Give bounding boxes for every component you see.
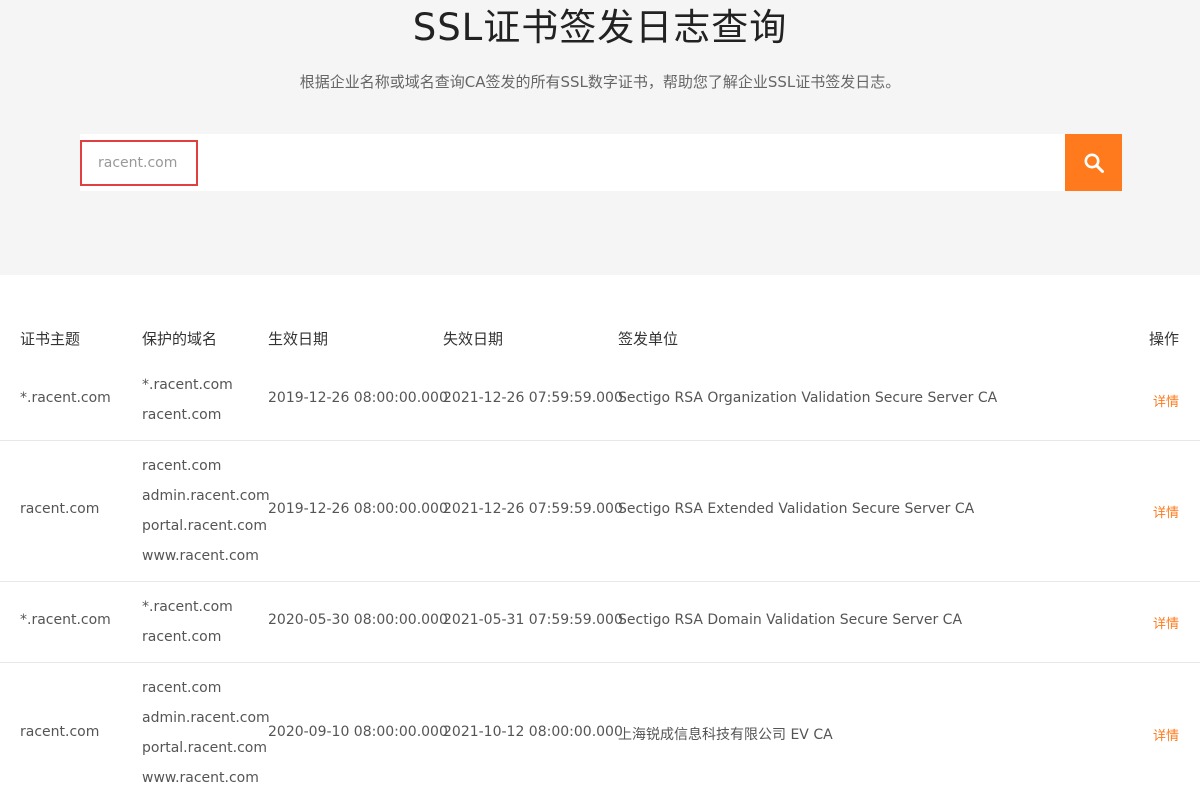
table-row: *.racent.com *.racent.com racent.com 202… bbox=[0, 582, 1200, 663]
cell-subject: racent.com bbox=[20, 724, 100, 740]
cell-domains: *.racent.com racent.com bbox=[142, 370, 233, 430]
cell-valid-from: 2019-12-26 08:00:00.000 bbox=[268, 390, 448, 406]
cell-issuer: Sectigo RSA Extended Validation Secure S… bbox=[618, 501, 975, 517]
search-button[interactable] bbox=[1065, 134, 1122, 191]
domain-item: www.racent.com bbox=[142, 548, 259, 564]
cell-domains: racent.com admin.racent.com portal.racen… bbox=[142, 673, 270, 793]
table-row: *.racent.com *.racent.com racent.com 201… bbox=[0, 369, 1200, 441]
cell-valid-from: 2019-12-26 08:00:00.000 bbox=[268, 501, 448, 517]
header-valid-from: 生效日期 bbox=[268, 330, 329, 348]
domain-item: admin.racent.com bbox=[142, 488, 270, 504]
cell-issuer: Sectigo RSA Domain Validation Secure Ser… bbox=[618, 612, 963, 628]
search-bar bbox=[80, 134, 1122, 191]
table-row: racent.com racent.com admin.racent.com p… bbox=[0, 441, 1200, 582]
cell-subject: racent.com bbox=[20, 501, 100, 517]
domain-item: portal.racent.com bbox=[142, 518, 267, 534]
detail-link[interactable]: 详情 bbox=[1153, 613, 1179, 632]
cell-subject: *.racent.com bbox=[20, 390, 111, 406]
header-action: 操作 bbox=[1148, 330, 1179, 348]
detail-link[interactable]: 详情 bbox=[1153, 391, 1179, 410]
domain-item: racent.com bbox=[142, 458, 222, 474]
header-issuer: 签发单位 bbox=[618, 330, 679, 348]
domain-item: portal.racent.com bbox=[142, 740, 267, 756]
detail-link[interactable]: 详情 bbox=[1153, 725, 1179, 744]
cell-subject: *.racent.com bbox=[20, 612, 111, 628]
domain-item: *.racent.com bbox=[142, 599, 233, 615]
header-valid-to: 失效日期 bbox=[443, 330, 504, 348]
cell-valid-to: 2021-12-26 07:59:59.000 bbox=[443, 390, 623, 406]
cell-valid-from: 2020-09-10 08:00:00.000 bbox=[268, 724, 448, 740]
header-domains: 保护的域名 bbox=[142, 330, 218, 348]
search-icon bbox=[1084, 153, 1104, 173]
cell-domains: racent.com admin.racent.com portal.racen… bbox=[142, 451, 270, 571]
cell-valid-to: 2021-12-26 07:59:59.000 bbox=[443, 501, 623, 517]
domain-item: racent.com bbox=[142, 629, 222, 645]
detail-link[interactable]: 详情 bbox=[1153, 502, 1179, 521]
page-subtitle: 根据企业名称或域名查询CA签发的所有SSL数字证书，帮助您了解企业SSL证书签发… bbox=[299, 73, 901, 91]
cell-valid-to: 2021-10-12 08:00:00.000 bbox=[443, 724, 623, 740]
domain-item: *.racent.com bbox=[142, 377, 233, 393]
hero-section: SSL证书签发日志查询 根据企业名称或域名查询CA签发的所有SSL数字证书，帮助… bbox=[0, 0, 1200, 275]
table-row: racent.com racent.com admin.racent.com p… bbox=[0, 663, 1200, 795]
domain-item: www.racent.com bbox=[142, 770, 259, 786]
cell-issuer: 上海锐成信息科技有限公司 EV CA bbox=[618, 727, 833, 743]
header-subject: 证书主题 bbox=[20, 330, 81, 348]
search-input[interactable] bbox=[80, 140, 198, 186]
page-title: SSL证书签发日志查询 bbox=[412, 6, 788, 49]
cell-valid-to: 2021-05-31 07:59:59.000 bbox=[443, 612, 623, 628]
table-header: 证书主题 保护的域名 生效日期 失效日期 签发单位 操作 bbox=[0, 322, 1200, 356]
cell-issuer: Sectigo RSA Organization Validation Secu… bbox=[618, 390, 998, 406]
domain-item: admin.racent.com bbox=[142, 710, 270, 726]
domain-item: racent.com bbox=[142, 407, 222, 423]
cell-domains: *.racent.com racent.com bbox=[142, 592, 233, 652]
cell-valid-from: 2020-05-30 08:00:00.000 bbox=[268, 612, 448, 628]
domain-item: racent.com bbox=[142, 680, 222, 696]
